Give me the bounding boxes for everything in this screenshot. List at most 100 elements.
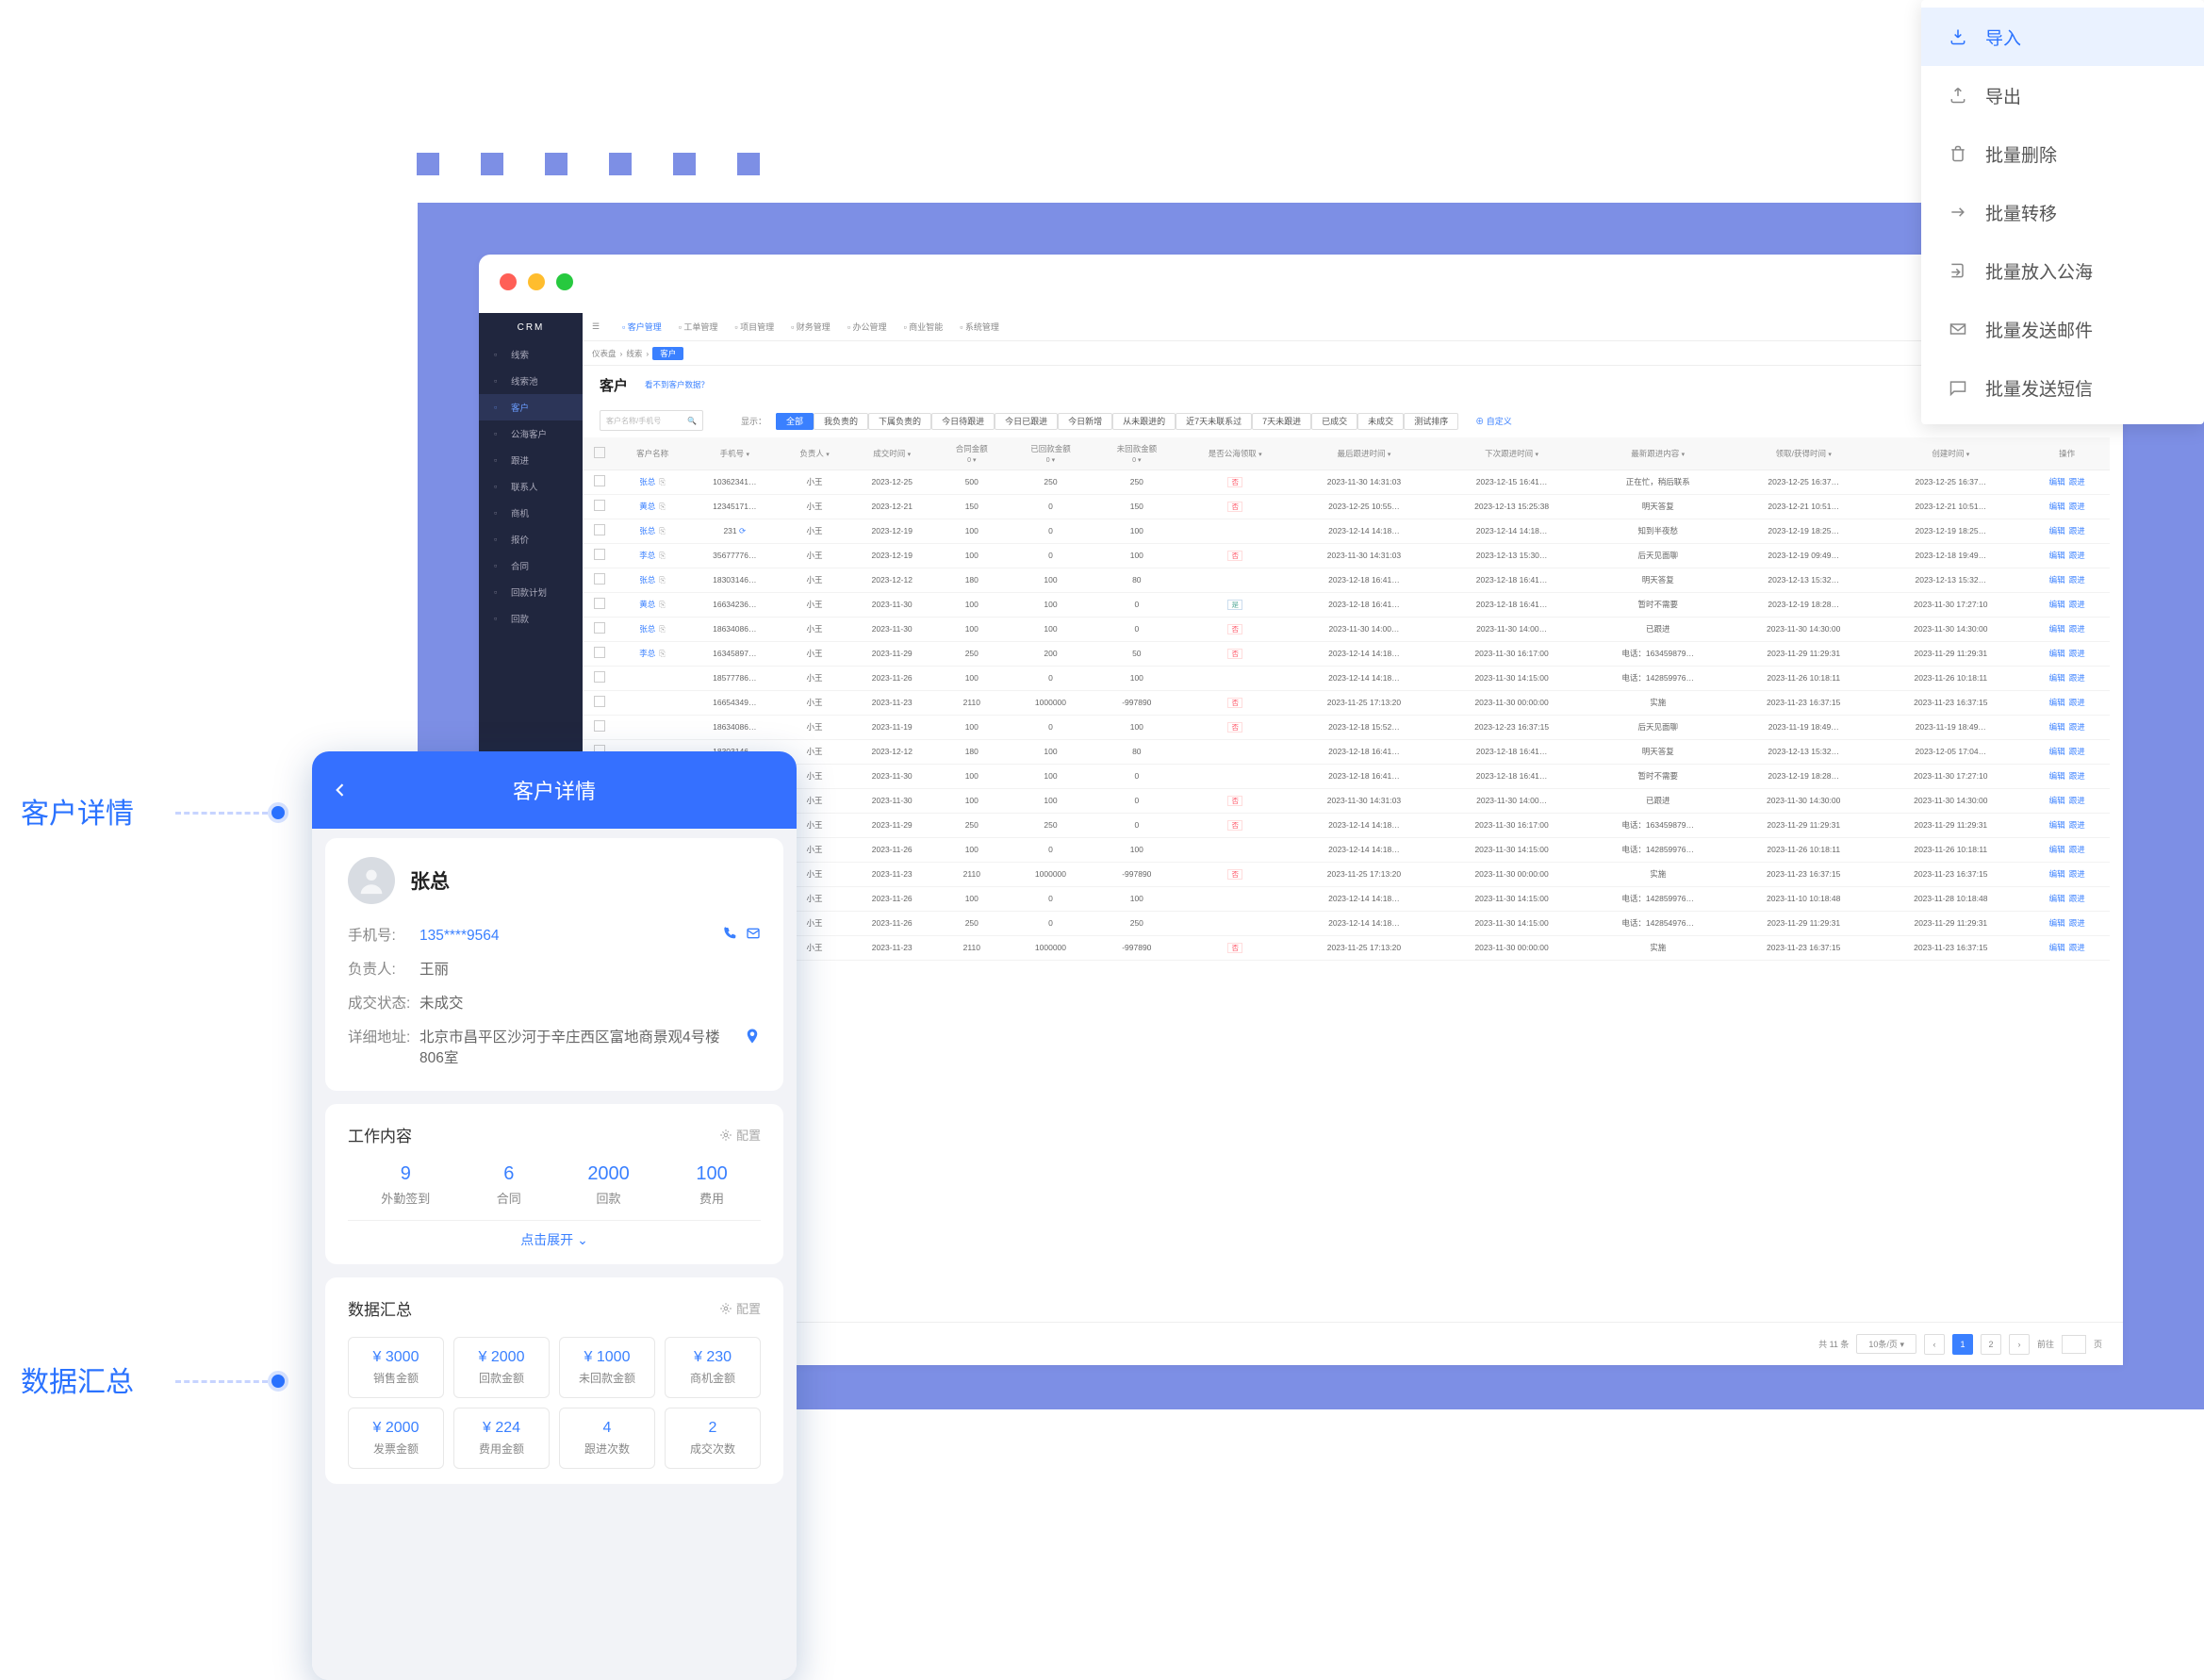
copy-icon[interactable]: ⎘ bbox=[659, 649, 666, 658]
col-header-7[interactable]: 未回款金额0 ▾ bbox=[1094, 437, 1179, 469]
customer-link[interactable]: 黄总 bbox=[639, 600, 655, 609]
edit-link[interactable]: 编辑 bbox=[2049, 526, 2065, 535]
col-header-13[interactable]: 创建时间 ▾ bbox=[1877, 437, 2024, 469]
copy-icon[interactable]: ⎘ bbox=[659, 624, 666, 634]
nav-item-3[interactable]: ▫ 财务管理 bbox=[791, 322, 831, 332]
follow-link[interactable]: 跟进 bbox=[2069, 698, 2085, 707]
sidebar-item-10[interactable]: ▫回款 bbox=[479, 605, 583, 632]
nav-item-1[interactable]: ▫ 工单管理 bbox=[679, 322, 718, 332]
filter-chip-4[interactable]: 今日已跟进 bbox=[995, 413, 1058, 430]
pager-page-1[interactable]: 1 bbox=[1952, 1334, 1973, 1355]
sidebar-item-4[interactable]: ▫跟进 bbox=[479, 447, 583, 473]
edit-link[interactable]: 编辑 bbox=[2049, 894, 2065, 903]
work-stat-1[interactable]: 6合同 bbox=[497, 1163, 521, 1207]
edit-link[interactable]: 编辑 bbox=[2049, 624, 2065, 634]
follow-link[interactable]: 跟进 bbox=[2069, 673, 2085, 683]
edit-link[interactable]: 编辑 bbox=[2049, 771, 2065, 781]
sidebar-item-9[interactable]: ▫回款计划 bbox=[479, 579, 583, 605]
edit-link[interactable]: 编辑 bbox=[2049, 722, 2065, 732]
edit-link[interactable]: 编辑 bbox=[2049, 796, 2065, 805]
filter-chip-11[interactable]: 测试排序 bbox=[1404, 413, 1458, 430]
follow-link[interactable]: 跟进 bbox=[2069, 771, 2085, 781]
summary-box-1[interactable]: ¥ 2000回款金额 bbox=[453, 1337, 550, 1398]
sidebar-item-7[interactable]: ▫报价 bbox=[479, 526, 583, 552]
col-header-4[interactable]: 成交时间 ▾ bbox=[848, 437, 936, 469]
customer-link[interactable]: 张总 bbox=[639, 575, 655, 585]
follow-link[interactable]: 跟进 bbox=[2069, 551, 2085, 560]
sidebar-item-0[interactable]: ▫线索 bbox=[479, 341, 583, 368]
copy-icon[interactable]: ⎘ bbox=[659, 477, 666, 486]
customer-link[interactable]: 李总 bbox=[639, 649, 655, 658]
sidebar-item-6[interactable]: ▫商机 bbox=[479, 500, 583, 526]
row-checkbox[interactable] bbox=[594, 524, 605, 535]
follow-link[interactable]: 跟进 bbox=[2069, 649, 2085, 658]
follow-link[interactable]: 跟进 bbox=[2069, 894, 2085, 903]
nav-item-5[interactable]: ▫ 商业智能 bbox=[904, 322, 944, 332]
copy-icon[interactable]: ⎘ bbox=[659, 526, 666, 535]
edit-link[interactable]: 编辑 bbox=[2049, 551, 2065, 560]
call-icon[interactable] bbox=[723, 926, 738, 941]
edit-link[interactable]: 编辑 bbox=[2049, 698, 2065, 707]
edit-link[interactable]: 编辑 bbox=[2049, 869, 2065, 879]
row-checkbox[interactable] bbox=[594, 696, 605, 707]
edit-link[interactable]: 编辑 bbox=[2049, 477, 2065, 486]
filter-chip-6[interactable]: 从未跟进的 bbox=[1112, 413, 1176, 430]
col-header-3[interactable]: 负责人 ▾ bbox=[781, 437, 847, 469]
col-header-1[interactable]: 客户名称 bbox=[617, 437, 688, 469]
filter-chip-3[interactable]: 今日待跟进 bbox=[931, 413, 995, 430]
row-checkbox[interactable] bbox=[594, 622, 605, 634]
edit-link[interactable]: 编辑 bbox=[2049, 747, 2065, 756]
crumb-customer[interactable]: 客户 bbox=[652, 347, 683, 360]
customer-link[interactable]: 张总 bbox=[639, 526, 655, 535]
custom-filter-link[interactable]: ⊕ 自定义 bbox=[1475, 415, 1512, 427]
pager-prev[interactable]: ‹ bbox=[1924, 1334, 1945, 1355]
edit-link[interactable]: 编辑 bbox=[2049, 943, 2065, 952]
follow-link[interactable]: 跟进 bbox=[2069, 747, 2085, 756]
copy-icon[interactable]: ⎘ bbox=[659, 600, 666, 609]
customer-link[interactable]: 黄总 bbox=[639, 502, 655, 511]
menu-batch-mail[interactable]: 批量发送邮件 bbox=[1921, 300, 2204, 358]
follow-link[interactable]: 跟进 bbox=[2069, 502, 2085, 511]
follow-link[interactable]: 跟进 bbox=[2069, 575, 2085, 585]
edit-link[interactable]: 编辑 bbox=[2049, 845, 2065, 854]
filter-chip-8[interactable]: 7天未跟进 bbox=[1252, 413, 1311, 430]
nav-item-0[interactable]: ▫ 客户管理 bbox=[622, 322, 662, 332]
col-header-10[interactable]: 下次跟进时间 ▾ bbox=[1438, 437, 1586, 469]
follow-link[interactable]: 跟进 bbox=[2069, 918, 2085, 928]
select-all-checkbox[interactable] bbox=[594, 447, 605, 458]
sidebar-item-1[interactable]: ▫线索池 bbox=[479, 368, 583, 394]
customer-link[interactable]: 张总 bbox=[639, 624, 655, 634]
menu-export[interactable]: 导出 bbox=[1921, 66, 2204, 124]
edit-link[interactable]: 编辑 bbox=[2049, 673, 2065, 683]
nav-item-4[interactable]: ▫ 办公管理 bbox=[847, 322, 887, 332]
row-checkbox[interactable] bbox=[594, 647, 605, 658]
copy-icon[interactable]: ⎘ bbox=[659, 575, 666, 585]
follow-link[interactable]: 跟进 bbox=[2069, 477, 2085, 486]
col-header-8[interactable]: 是否公海领取 ▾ bbox=[1180, 437, 1291, 469]
row-checkbox[interactable] bbox=[594, 500, 605, 511]
work-stat-0[interactable]: 9外勤签到 bbox=[381, 1163, 430, 1207]
follow-link[interactable]: 跟进 bbox=[2069, 943, 2085, 952]
maximize-icon[interactable] bbox=[556, 273, 573, 290]
follow-link[interactable]: 跟进 bbox=[2069, 845, 2085, 854]
pager-goto-input[interactable] bbox=[2062, 1335, 2086, 1354]
col-header-6[interactable]: 已回款金额0 ▾ bbox=[1008, 437, 1094, 469]
filter-chip-7[interactable]: 近7天未联系过 bbox=[1176, 413, 1252, 430]
col-header-9[interactable]: 最后跟进时间 ▾ bbox=[1291, 437, 1438, 469]
summary-box-5[interactable]: ¥ 224费用金额 bbox=[453, 1408, 550, 1469]
customer-link[interactable]: 张总 bbox=[639, 477, 655, 486]
menu-import[interactable]: 导入 bbox=[1921, 8, 2204, 66]
edit-link[interactable]: 编辑 bbox=[2049, 820, 2065, 830]
follow-link[interactable]: 跟进 bbox=[2069, 722, 2085, 732]
follow-link[interactable]: 跟进 bbox=[2069, 796, 2085, 805]
filter-chip-9[interactable]: 已成交 bbox=[1311, 413, 1357, 430]
message-icon[interactable] bbox=[746, 926, 761, 941]
col-header-0[interactable] bbox=[583, 437, 617, 469]
copy-icon[interactable]: ⎘ bbox=[659, 502, 666, 511]
menu-batch-sms[interactable]: 批量发送短信 bbox=[1921, 358, 2204, 417]
sidebar-item-8[interactable]: ▫合同 bbox=[479, 552, 583, 579]
summary-box-6[interactable]: 4跟进次数 bbox=[559, 1408, 655, 1469]
row-checkbox[interactable] bbox=[594, 549, 605, 560]
pager-next[interactable]: › bbox=[2009, 1334, 2030, 1355]
sidebar-item-5[interactable]: ▫联系人 bbox=[479, 473, 583, 500]
